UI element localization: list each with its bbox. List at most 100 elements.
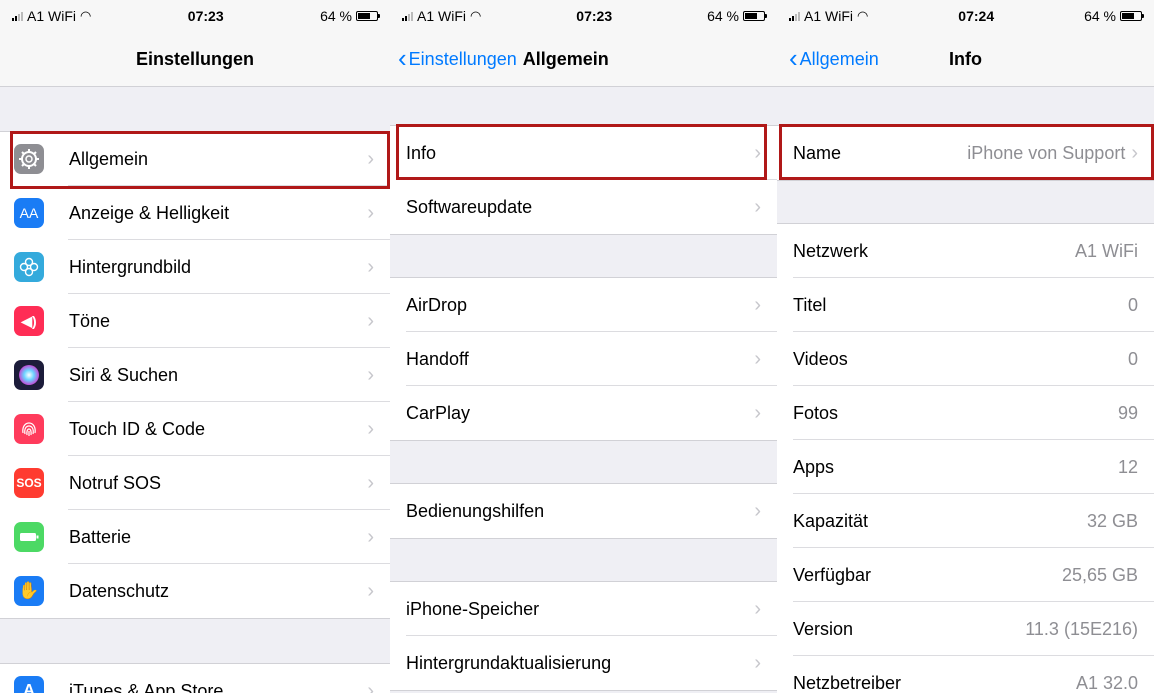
info-item-netzwerk: Netzwerk A1 WiFi — [777, 224, 1154, 278]
row-label: Netzbetreiber — [793, 672, 902, 693]
row-label: Anzeige & Helligkeit — [69, 202, 230, 223]
wifi-icon: ◠ — [857, 8, 869, 23]
nav-bar: ‹ Allgemein Info — [777, 32, 1154, 87]
settings-item-toene[interactable]: ◀) Töne › — [0, 294, 390, 348]
back-label: Allgemein — [799, 48, 879, 69]
chevron-right-icon: › — [367, 255, 374, 278]
row-label: iTunes & App Store — [69, 680, 224, 693]
general-item-handoff[interactable]: Handoff › — [390, 332, 777, 386]
nav-bar: ‹ Einstellungen Allgemein — [390, 32, 777, 87]
info-item-videos: Videos 0 — [777, 332, 1154, 386]
row-label: AirDrop — [406, 294, 468, 315]
settings-item-hintergrundbild[interactable]: Hintergrundbild › — [0, 240, 390, 294]
chevron-right-icon: › — [367, 679, 374, 693]
settings-item-allgemein[interactable]: Allgemein › — [0, 132, 390, 186]
chevron-right-icon: › — [754, 401, 761, 424]
row-value: 32 GB — [1086, 510, 1138, 531]
wifi-icon: ◠ — [80, 8, 92, 23]
general-item-carplay[interactable]: CarPlay › — [390, 386, 777, 440]
appstore-icon: A — [14, 676, 44, 693]
settings-item-anzeige[interactable]: AA Anzeige & Helligkeit › — [0, 186, 390, 240]
row-label: Batterie — [69, 526, 132, 547]
row-label: Touch ID & Code — [69, 418, 206, 439]
row-label: Bedienungshilfen — [406, 500, 545, 521]
row-value: 25,65 GB — [1061, 564, 1138, 585]
battery-icon — [742, 11, 767, 21]
general-item-info[interactable]: Info › — [390, 126, 777, 180]
chevron-right-icon: › — [1131, 141, 1138, 164]
chevron-right-icon: › — [367, 147, 374, 170]
settings-item-datenschutz[interactable]: ✋ Datenschutz › — [0, 564, 390, 618]
general-item-softwareupdate[interactable]: Softwareupdate › — [390, 180, 777, 234]
settings-item-siri[interactable]: Siri & Suchen › — [0, 348, 390, 402]
carrier-label: A1 WiFi — [27, 8, 76, 24]
siri-icon — [14, 360, 44, 390]
hand-icon: ✋ — [14, 576, 44, 606]
row-value: 0 — [1127, 294, 1138, 315]
row-value: 0 — [1127, 348, 1138, 369]
battery-percent: 64 % — [707, 8, 739, 24]
signal-icon — [789, 11, 800, 21]
back-button[interactable]: ‹ Einstellungen — [398, 45, 517, 72]
status-time: 07:23 — [187, 8, 224, 24]
row-label: Notruf SOS — [69, 472, 162, 493]
battery-icon — [355, 11, 380, 21]
chevron-right-icon: › — [754, 195, 761, 218]
chevron-right-icon: › — [367, 579, 374, 602]
back-button[interactable]: ‹ Allgemein — [789, 45, 879, 72]
info-item-version: Version 11.3 (15E216) — [777, 602, 1154, 656]
row-label: Hintergrundbild — [69, 256, 192, 277]
settings-item-itunes[interactable]: A iTunes & App Store › — [0, 664, 390, 693]
general-item-bedienungshilfen[interactable]: Bedienungshilfen › — [390, 484, 777, 538]
carrier-label: A1 WiFi — [804, 8, 853, 24]
info-item-netzbetreiber: Netzbetreiber A1 32.0 — [777, 656, 1154, 693]
battery-percent: 64 % — [1084, 8, 1116, 24]
chevron-right-icon: › — [754, 347, 761, 370]
row-label: Softwareupdate — [406, 196, 533, 217]
row-label: Allgemein — [69, 148, 149, 169]
info-item-fotos: Fotos 99 — [777, 386, 1154, 440]
settings-item-notruf[interactable]: SOS Notruf SOS › — [0, 456, 390, 510]
general-item-hintergrundaktualisierung[interactable]: Hintergrundaktualisierung › — [390, 636, 777, 690]
row-label: Version — [793, 618, 854, 639]
settings-item-touchid[interactable]: Touch ID & Code › — [0, 402, 390, 456]
settings-item-batterie[interactable]: Batterie › — [0, 510, 390, 564]
row-label: Netzwerk — [793, 240, 869, 261]
signal-icon — [12, 11, 23, 21]
carrier-label: A1 WiFi — [417, 8, 466, 24]
nav-bar: Einstellungen — [0, 32, 390, 87]
info-screen: A1 WiFi ◠ 07:24 64 % ‹ Allgemein Info Na… — [777, 0, 1154, 693]
page-title: Einstellungen — [135, 48, 254, 69]
row-label: Apps — [793, 456, 835, 477]
fingerprint-icon — [14, 414, 44, 444]
row-label: Name — [793, 142, 842, 163]
info-item-verfuegbar: Verfügbar 25,65 GB — [777, 548, 1154, 602]
chevron-right-icon: › — [367, 309, 374, 332]
row-value: 99 — [1117, 402, 1138, 423]
row-value: iPhone von Support — [967, 142, 1126, 163]
chevron-right-icon: › — [367, 471, 374, 494]
general-item-airdrop[interactable]: AirDrop › — [390, 278, 777, 332]
row-label: Kapazität — [793, 510, 869, 531]
status-bar: A1 WiFi ◠ 07:23 64 % — [390, 0, 777, 32]
display-icon: AA — [14, 198, 44, 228]
wallpaper-icon — [14, 252, 44, 282]
back-label: Einstellungen — [408, 48, 517, 69]
battery-percent: 64 % — [320, 8, 352, 24]
info-item-kapazitaet: Kapazität 32 GB — [777, 494, 1154, 548]
general-item-speicher[interactable]: iPhone-Speicher › — [390, 582, 777, 636]
settings-screen: A1 WiFi ◠ 07:23 64 % Einstellungen Allge… — [0, 0, 390, 693]
battery-icon — [14, 522, 44, 552]
status-time: 07:23 — [576, 8, 613, 24]
info-item-titel: Titel 0 — [777, 278, 1154, 332]
page-title: Info — [949, 48, 982, 69]
status-time: 07:24 — [958, 8, 995, 24]
chevron-right-icon: › — [754, 141, 761, 164]
info-item-name[interactable]: Name iPhone von Support › — [777, 126, 1154, 180]
chevron-right-icon: › — [367, 363, 374, 386]
row-label: Töne — [69, 310, 111, 331]
chevron-right-icon: › — [754, 293, 761, 316]
page-title: Allgemein — [522, 48, 609, 69]
row-label: Info — [406, 142, 437, 163]
row-label: Titel — [793, 294, 827, 315]
